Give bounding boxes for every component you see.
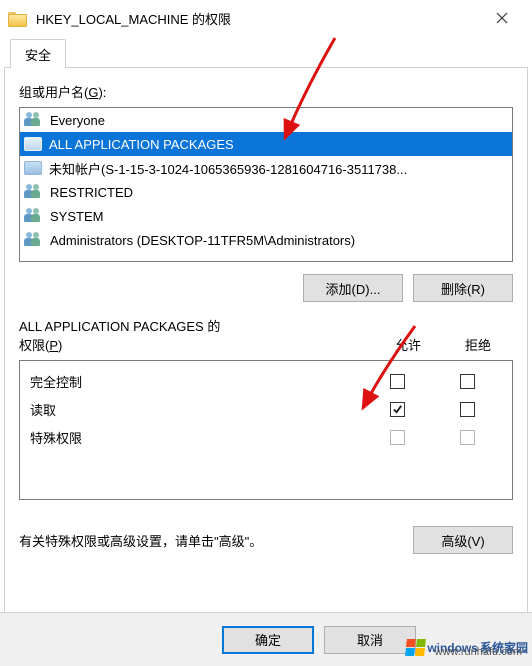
principal-row[interactable]: Everyone bbox=[20, 108, 512, 132]
group-user-label: 组或用户名(G): bbox=[19, 82, 513, 101]
column-deny: 拒绝 bbox=[443, 335, 513, 354]
deny-checkbox[interactable] bbox=[460, 402, 475, 417]
advanced-row: 有关特殊权限或高级设置，请单击"高级"。 高级(V) bbox=[19, 526, 513, 554]
principal-row[interactable]: RESTRICTED bbox=[20, 180, 512, 204]
principal-name: 未知帐户(S-1-15-3-1024-1065365936-1281604716… bbox=[49, 159, 407, 178]
close-button[interactable] bbox=[480, 3, 524, 33]
advanced-hint: 有关特殊权限或高级设置，请单击"高级"。 bbox=[19, 531, 413, 550]
permission-name: 读取 bbox=[30, 400, 362, 419]
principal-name: ALL APPLICATION PACKAGES bbox=[49, 137, 234, 152]
user-group-icon bbox=[24, 112, 44, 128]
principal-row[interactable]: SYSTEM bbox=[20, 204, 512, 228]
allow-checkbox bbox=[390, 430, 405, 445]
principal-row[interactable]: Administrators (DESKTOP-11TFR5M\Administ… bbox=[20, 228, 512, 252]
principal-name: RESTRICTED bbox=[50, 185, 133, 200]
principal-row[interactable]: 未知帐户(S-1-15-3-1024-1065365936-1281604716… bbox=[20, 156, 512, 180]
allow-checkbox[interactable] bbox=[390, 374, 405, 389]
title-bar: HKEY_LOCAL_MACHINE 的权限 bbox=[0, 0, 532, 36]
window-title: HKEY_LOCAL_MACHINE 的权限 bbox=[36, 9, 480, 28]
column-allow: 允许 bbox=[373, 335, 443, 354]
deny-checkbox[interactable] bbox=[460, 374, 475, 389]
permission-header: ALL APPLICATION PACKAGES 的 权限(P) 允许 拒绝 bbox=[19, 316, 513, 354]
permission-listbox: 完全控制读取特殊权限 bbox=[19, 360, 513, 500]
principal-name: Everyone bbox=[50, 113, 105, 128]
deny-checkbox bbox=[460, 430, 475, 445]
folder-icon bbox=[8, 11, 26, 26]
add-button[interactable]: 添加(D)... bbox=[303, 274, 403, 302]
permission-header-label: ALL APPLICATION PACKAGES 的 权限(P) bbox=[19, 316, 373, 354]
user-group-icon bbox=[24, 232, 44, 248]
principal-listbox[interactable]: Everyone ALL APPLICATION PACKAGES 未知帐户(S-1… bbox=[19, 107, 513, 262]
advanced-button[interactable]: 高级(V) bbox=[413, 526, 513, 554]
ok-button[interactable]: 确定 bbox=[222, 626, 314, 654]
watermark: windows系统家园 www.runhafu.com bbox=[406, 639, 528, 656]
permission-name: 完全控制 bbox=[30, 372, 362, 391]
tab-strip: 安全 bbox=[4, 42, 528, 68]
tab-security[interactable]: 安全 bbox=[10, 39, 66, 68]
package-icon bbox=[24, 137, 42, 151]
permission-row: 完全控制 bbox=[20, 367, 512, 395]
remove-button[interactable]: 删除(R) bbox=[413, 274, 513, 302]
permission-row: 读取 bbox=[20, 395, 512, 423]
cancel-button[interactable]: 取消 bbox=[324, 626, 416, 654]
package-icon bbox=[24, 161, 42, 175]
principal-row[interactable]: ALL APPLICATION PACKAGES bbox=[20, 132, 512, 156]
security-panel: 组或用户名(G): Everyone ALL APPLICATION PACKAG… bbox=[4, 68, 528, 616]
principal-name: SYSTEM bbox=[50, 209, 103, 224]
user-group-icon bbox=[24, 208, 44, 224]
principal-buttons: 添加(D)... 删除(R) bbox=[19, 274, 513, 302]
windows-logo-icon bbox=[405, 639, 426, 656]
principal-name: Administrators (DESKTOP-11TFR5M\Administ… bbox=[50, 233, 355, 248]
user-group-icon bbox=[24, 184, 44, 200]
allow-checkbox[interactable] bbox=[390, 402, 405, 417]
permission-name: 特殊权限 bbox=[30, 428, 362, 447]
permission-row: 特殊权限 bbox=[20, 423, 512, 451]
